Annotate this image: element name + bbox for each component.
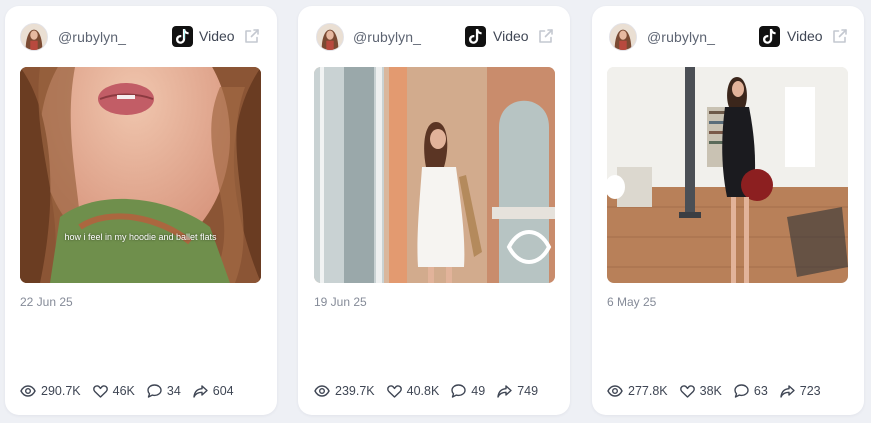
comments-count: 34 <box>166 384 181 398</box>
post-stats: 290.7K 46K 34 604 <box>20 382 267 400</box>
comment-icon <box>147 384 162 398</box>
share-icon <box>780 384 795 398</box>
views-stat: 290.7K <box>20 384 81 398</box>
shares-stat: 749 <box>497 384 538 398</box>
card-header: @rubylyn_ Video <box>5 20 277 54</box>
post-date: 6 May 25 <box>607 295 657 309</box>
card-header: @rubylyn_ Video <box>298 20 570 54</box>
heart-icon <box>386 384 402 398</box>
comments-stat: 49 <box>451 384 485 398</box>
post-stats: 277.8K 38K 63 723 <box>607 382 854 400</box>
comments-count: 49 <box>471 384 486 398</box>
share-icon <box>193 384 208 398</box>
shares-stat: 604 <box>193 384 234 398</box>
comment-icon <box>451 384 466 398</box>
post-stats: 239.7K 40.8K 49 749 <box>314 382 560 400</box>
views-stat: 239.7K <box>314 384 375 398</box>
likes-count: 38K <box>699 384 722 398</box>
avatar[interactable] <box>609 23 637 51</box>
shares-stat: 723 <box>780 384 821 398</box>
card-header: @rubylyn_ Video <box>592 20 864 54</box>
avatar[interactable] <box>316 23 344 51</box>
post-card[interactable]: @rubylyn_ Video <box>592 6 864 415</box>
external-link-icon[interactable] <box>537 27 555 45</box>
comments-stat: 34 <box>147 384 181 398</box>
likes-stat: 40.8K <box>386 384 440 398</box>
shares-count: 604 <box>212 384 234 398</box>
comments-count: 63 <box>753 384 768 398</box>
views-stat: 277.8K <box>607 384 668 398</box>
eye-icon <box>20 385 36 397</box>
shares-count: 749 <box>517 384 539 398</box>
tiktok-icon <box>759 26 780 47</box>
post-date: 19 Jun 25 <box>314 295 367 309</box>
post-card[interactable]: @rubylyn_ Video <box>5 6 277 415</box>
external-link-icon[interactable] <box>243 27 261 45</box>
likes-count: 40.8K <box>406 384 440 398</box>
post-card[interactable]: @rubylyn_ Video 19 Jun 25 239.7K 40.8K 4… <box>298 6 570 415</box>
video-thumbnail[interactable] <box>314 67 555 283</box>
views-count: 277.8K <box>628 384 668 398</box>
platform-label: Video <box>493 28 529 44</box>
heart-icon <box>679 384 695 398</box>
post-date: 22 Jun 25 <box>20 295 73 309</box>
comments-stat: 63 <box>734 384 768 398</box>
video-thumbnail[interactable]: how i feel in my hoodie and ballet flats <box>20 67 261 283</box>
heart-icon <box>92 384 108 398</box>
username[interactable]: @rubylyn_ <box>647 29 715 45</box>
platform-label: Video <box>199 28 235 44</box>
tiktok-icon <box>172 26 193 47</box>
comment-icon <box>734 384 749 398</box>
eye-icon <box>314 385 330 397</box>
username[interactable]: @rubylyn_ <box>58 29 126 45</box>
eye-icon <box>607 385 623 397</box>
platform-label: Video <box>787 28 823 44</box>
video-caption-overlay: how i feel in my hoodie and ballet flats <box>64 232 217 242</box>
external-link-icon[interactable] <box>831 27 849 45</box>
username[interactable]: @rubylyn_ <box>353 29 421 45</box>
likes-stat: 46K <box>92 384 135 398</box>
views-count: 290.7K <box>41 384 81 398</box>
avatar[interactable] <box>20 23 48 51</box>
likes-count: 46K <box>112 384 135 398</box>
video-thumbnail[interactable] <box>607 67 848 283</box>
share-icon <box>497 384 512 398</box>
views-count: 239.7K <box>335 384 375 398</box>
shares-count: 723 <box>799 384 821 398</box>
tiktok-icon <box>465 26 486 47</box>
likes-stat: 38K <box>679 384 722 398</box>
